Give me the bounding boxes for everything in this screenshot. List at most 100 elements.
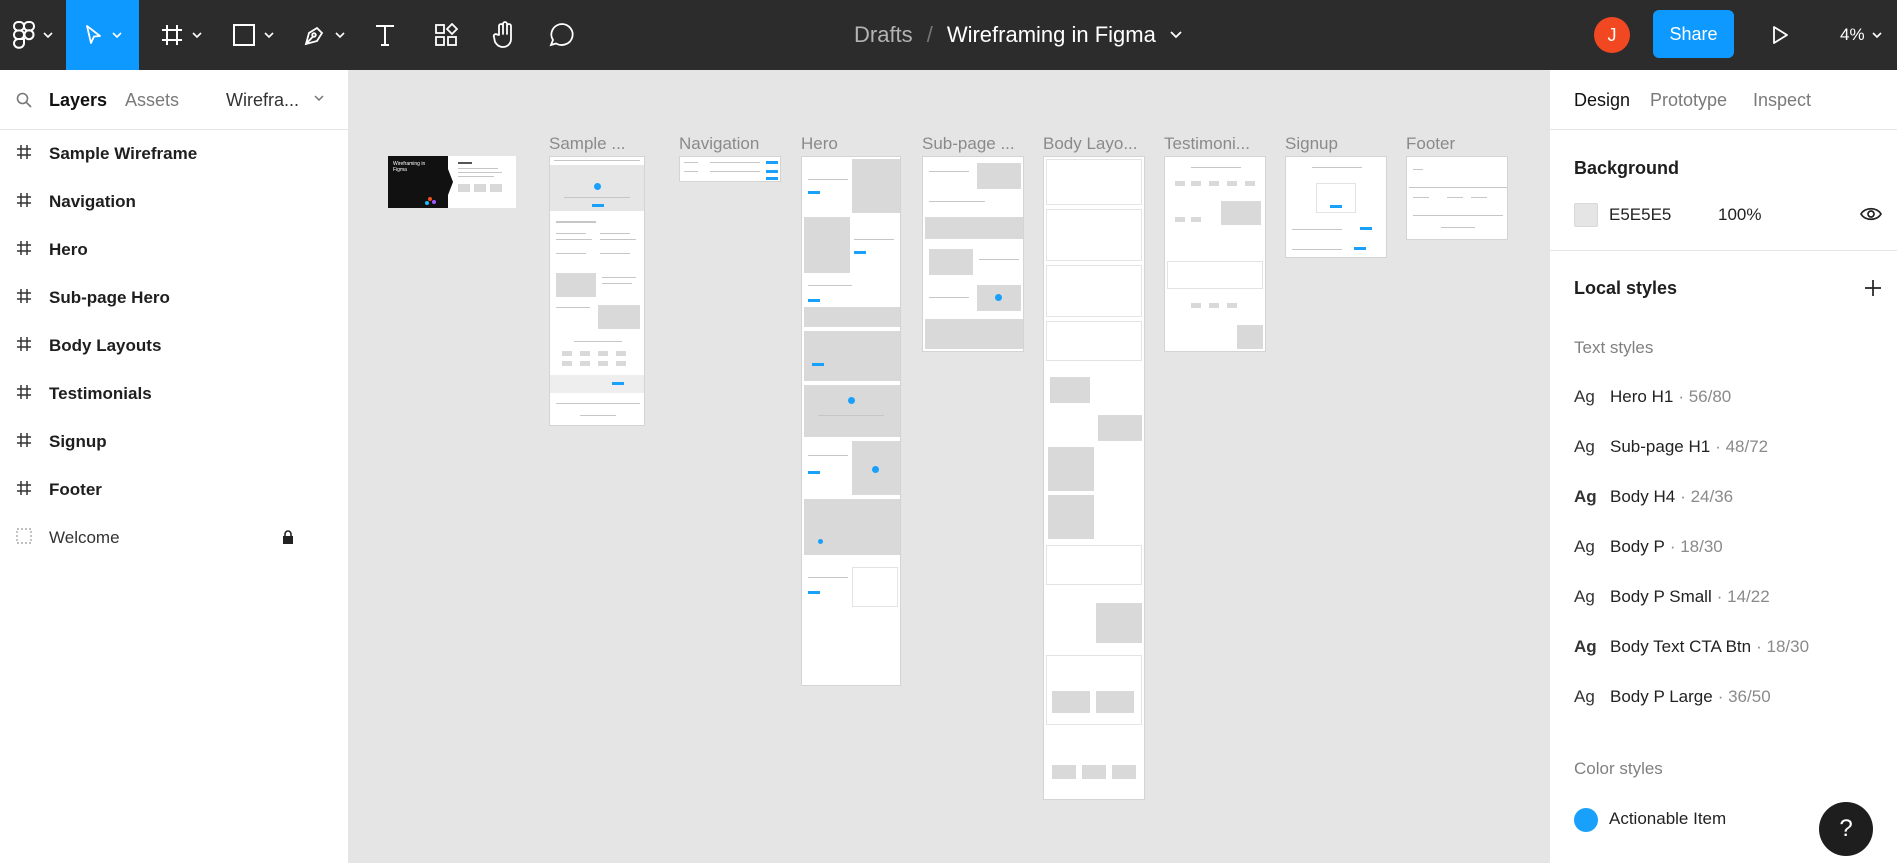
text-style-body-p-small[interactable]: Ag Body P Small · 14/22: [1574, 582, 1770, 612]
design-panel: Design Prototype Inspect Background E5E5…: [1549, 70, 1897, 863]
eye-icon[interactable]: [1860, 206, 1882, 222]
background-opacity-input[interactable]: 100%: [1718, 205, 1761, 225]
layer-hero[interactable]: Hero: [0, 226, 349, 274]
frame-label-navigation[interactable]: Navigation: [679, 134, 779, 154]
resources-button[interactable]: [424, 0, 468, 70]
text-style-hero-h1[interactable]: Ag Hero H1 · 56/80: [1574, 382, 1731, 412]
layer-body-layouts[interactable]: Body Layouts: [0, 322, 349, 370]
text-style-name: Body P: [1610, 537, 1665, 556]
text-style-body-p-large[interactable]: Ag Body P Large · 36/50: [1574, 682, 1771, 712]
chevron-down-icon[interactable]: [1170, 31, 1182, 39]
navigation-frame[interactable]: [679, 156, 781, 182]
main-menu-button[interactable]: [0, 0, 66, 70]
page-selector[interactable]: Wirefra...: [226, 90, 299, 111]
frame-label-body-layouts[interactable]: Body Layo...: [1043, 134, 1143, 154]
zoom-menu[interactable]: 4%: [1840, 0, 1882, 70]
image-block: [929, 249, 973, 275]
text-style-spec: · 48/72: [1715, 437, 1769, 456]
tab-inspect[interactable]: Inspect: [1753, 90, 1811, 111]
frame-label-sample[interactable]: Sample ...: [549, 134, 641, 154]
frame-label-testimonials[interactable]: Testimoni...: [1164, 134, 1264, 154]
share-button[interactable]: Share: [1653, 10, 1734, 58]
plus-icon[interactable]: [1864, 279, 1882, 297]
play-dot: [594, 183, 601, 190]
image-band: [925, 217, 1023, 239]
frame-label-hero[interactable]: Hero: [801, 134, 891, 154]
tab-prototype[interactable]: Prototype: [1650, 90, 1727, 111]
footer-line: [580, 415, 616, 416]
footer-line: [556, 403, 640, 404]
color-style-name[interactable]: Actionable Item: [1609, 809, 1726, 829]
color-style-swatch[interactable]: [1574, 808, 1598, 832]
tab-layers[interactable]: Layers: [49, 90, 107, 111]
file-name[interactable]: Wireframing in Figma: [947, 22, 1156, 48]
hand-icon: [492, 21, 512, 48]
footer-frame[interactable]: [1406, 156, 1508, 240]
tab-design[interactable]: Design: [1574, 90, 1630, 111]
layer-footer[interactable]: Footer: [0, 466, 349, 514]
chevron-down-icon[interactable]: [314, 95, 324, 101]
layer-label: Sample Wireframe: [49, 144, 198, 163]
logo-block: [616, 351, 626, 356]
frame-icon: [17, 193, 31, 207]
text-style-sub-page-h1[interactable]: Ag Sub-page H1 · 48/72: [1574, 432, 1768, 462]
breadcrumb: Drafts / Wireframing in Figma: [854, 0, 1182, 70]
layer-sub-page-hero[interactable]: Sub-page Hero: [0, 274, 349, 322]
tab-assets[interactable]: Assets: [125, 90, 179, 111]
body-layouts-frame[interactable]: [1043, 156, 1145, 800]
text-style-spec: · 18/30: [1669, 537, 1723, 556]
canvas[interactable]: Sample ... Navigation Hero Sub-page ... …: [350, 70, 1549, 863]
pen-tool-button[interactable]: [293, 0, 355, 70]
layer-testimonials[interactable]: Testimonials: [0, 370, 349, 418]
breadcrumb-drafts-link[interactable]: Drafts: [854, 22, 913, 48]
comment-tool-button[interactable]: [540, 0, 584, 70]
welcome-frame[interactable]: Wireframing in Figma: [388, 156, 516, 208]
search-icon[interactable]: [16, 92, 32, 108]
layer-welcome[interactable]: Welcome: [0, 514, 349, 562]
hero-frame[interactable]: [801, 156, 901, 686]
present-button[interactable]: [1760, 0, 1800, 70]
text-line: [929, 171, 969, 172]
layer-navigation[interactable]: Navigation: [0, 178, 349, 226]
color-styles-title: Color styles: [1574, 759, 1663, 778]
layer-label: Testimonials: [49, 384, 152, 403]
hand-tool-button[interactable]: [482, 0, 526, 70]
user-avatar[interactable]: J: [1594, 17, 1630, 53]
text-style-body-p[interactable]: Ag Body P · 18/30: [1574, 532, 1723, 562]
text-style-icon: Ag: [1574, 587, 1595, 606]
play-dot: [848, 397, 855, 404]
text-line: [1292, 249, 1342, 250]
cta-button: [808, 471, 820, 474]
layer-sample-wireframe[interactable]: Sample Wireframe: [0, 130, 349, 178]
frame-icon: [17, 481, 31, 495]
text-style-body-text-cta-btn[interactable]: Ag Body Text CTA Btn · 18/30: [1574, 632, 1809, 662]
logo-block: [580, 361, 590, 366]
help-button[interactable]: ?: [1819, 802, 1873, 856]
testimonials-frame[interactable]: [1164, 156, 1266, 352]
image-block: [1048, 495, 1094, 539]
logo-block: [1175, 181, 1185, 186]
text-style-name: Body H4: [1610, 487, 1676, 506]
image-block: [1096, 691, 1134, 713]
logo-block: [1209, 303, 1219, 308]
frame-label-signup[interactable]: Signup: [1285, 134, 1385, 154]
layer-signup[interactable]: Signup: [0, 418, 349, 466]
background-hex-input[interactable]: E5E5E5: [1609, 205, 1671, 225]
text-line: [808, 577, 848, 578]
frame-tool-button[interactable]: [150, 0, 212, 70]
signup-frame[interactable]: [1285, 156, 1387, 258]
lock-icon[interactable]: [282, 530, 294, 545]
left-panel-tabs: Layers Assets Wirefra...: [0, 70, 348, 130]
frame-label-footer[interactable]: Footer: [1406, 134, 1506, 154]
move-tool-button[interactable]: [66, 0, 139, 70]
sample-wireframe-frame[interactable]: [549, 156, 645, 426]
text-line: [818, 415, 884, 416]
shape-tool-button[interactable]: [222, 0, 284, 70]
background-swatch[interactable]: [1574, 203, 1598, 227]
frame-label-sub-page-hero[interactable]: Sub-page ...: [922, 134, 1022, 154]
text-style-body-h4[interactable]: Ag Body H4 · 24/36: [1574, 482, 1733, 512]
image-block: [804, 331, 900, 381]
play-dot: [872, 466, 879, 473]
text-tool-button[interactable]: [363, 0, 407, 70]
sub-page-hero-frame[interactable]: [922, 156, 1024, 352]
